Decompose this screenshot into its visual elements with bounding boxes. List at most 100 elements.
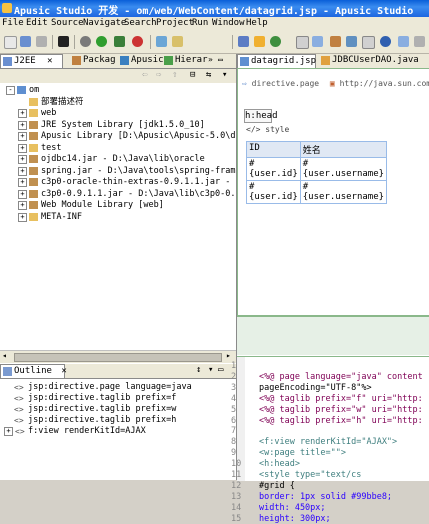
tools-icon[interactable] bbox=[346, 36, 357, 47]
horizontal-scrollbar[interactable]: ◂ ▸ bbox=[0, 350, 236, 363]
collapse-all-icon[interactable]: ⊟ bbox=[190, 70, 195, 80]
project-tree: - om 部署描述符 + web + JRE System Library [jdk1.5.… bbox=[0, 85, 236, 355]
expand-icon[interactable]: + bbox=[18, 109, 27, 118]
minimize-icon[interactable]: ▭ bbox=[218, 55, 223, 64]
outline-icon bbox=[3, 367, 12, 376]
run-external-icon[interactable] bbox=[114, 36, 125, 47]
back-icon[interactable]: ⇦ bbox=[142, 70, 147, 80]
minimize-icon[interactable]: ▭ bbox=[218, 365, 223, 375]
deploy-icon[interactable] bbox=[254, 36, 265, 47]
grid-header-row: ID 姓名 bbox=[246, 141, 388, 158]
menu-source[interactable]: Source bbox=[51, 18, 84, 28]
tab-j2ee[interactable]: J2EE ✕ bbox=[0, 54, 63, 68]
tag-icon: <> bbox=[14, 394, 24, 403]
server-icon[interactable] bbox=[238, 36, 249, 47]
close-icon[interactable]: ✕ bbox=[61, 366, 66, 376]
tab-hierarchy[interactable]: Hierar bbox=[162, 54, 208, 67]
run-icon[interactable] bbox=[96, 36, 107, 47]
hhead-box[interactable]: h:head bbox=[244, 109, 278, 123]
source-editor[interactable]: 1 2 <%@ page language="java" content 3 page… bbox=[231, 356, 429, 524]
expand-icon[interactable]: + bbox=[18, 166, 27, 176]
outline-panel: Outline ✕ ↕ ▾ ▭ <> jsp:directive.page lan… bbox=[0, 364, 237, 480]
open-resource-icon[interactable] bbox=[172, 36, 183, 47]
expand-icon[interactable]: + bbox=[18, 189, 27, 199]
code-line: border: 1px solid #99bbe8; bbox=[259, 491, 393, 502]
menu-run[interactable]: Run bbox=[192, 18, 208, 28]
tag-icon: <> bbox=[15, 427, 25, 436]
print-icon[interactable] bbox=[36, 36, 47, 47]
collapse-icon[interactable]: - bbox=[6, 86, 15, 95]
code-line: <%@ taglib prefix="h" uri="http: bbox=[259, 415, 423, 426]
splitter-area[interactable] bbox=[237, 316, 429, 355]
expand-icon[interactable]: + bbox=[18, 120, 27, 130]
code-line: pageEncoding="UTF-8"%> bbox=[259, 382, 372, 393]
expand-icon[interactable]: + bbox=[18, 201, 27, 210]
line-number: 8 bbox=[231, 437, 237, 448]
view-menu-icon[interactable]: ▾ bbox=[208, 365, 213, 375]
menu-file[interactable]: File bbox=[2, 18, 24, 28]
tasks-icon[interactable] bbox=[362, 36, 375, 49]
tree-item-label: JRE System Library [jdk1.5.0_10] bbox=[41, 119, 205, 130]
menu-project[interactable]: Project bbox=[156, 18, 194, 28]
debug-icon[interactable] bbox=[80, 36, 91, 47]
tab-package[interactable]: Packag bbox=[70, 54, 116, 67]
style-node[interactable]: </> style bbox=[246, 125, 289, 134]
folder-icon bbox=[29, 212, 38, 221]
table-row: #{user.id} #{user.username} bbox=[246, 180, 388, 204]
globe-icon[interactable] bbox=[380, 36, 391, 47]
up-icon[interactable]: ⇧ bbox=[172, 70, 177, 80]
tab-apusic[interactable]: Apusic bbox=[118, 54, 164, 67]
expand-icon[interactable]: + bbox=[18, 212, 27, 222]
refresh-icon[interactable] bbox=[270, 36, 281, 47]
search-icon[interactable] bbox=[414, 36, 425, 47]
package-icon bbox=[72, 56, 81, 65]
style-icon: </> bbox=[246, 125, 261, 134]
grid-header-name: 姓名 bbox=[299, 141, 388, 158]
datagrid-preview[interactable]: ID 姓名 #{user.id} #{user.username} #{user… bbox=[246, 141, 388, 204]
expand-icon[interactable]: + bbox=[18, 155, 27, 164]
outline-tabs: Outline ✕ ↕ ▾ ▭ bbox=[0, 364, 236, 379]
java-file-icon bbox=[321, 56, 330, 65]
tab-outline[interactable]: Outline ✕ bbox=[0, 364, 67, 378]
j2ee-icon bbox=[3, 57, 12, 66]
chevron-down-icon[interactable]: ▾ bbox=[222, 70, 227, 80]
menu-help[interactable]: Help bbox=[246, 18, 268, 28]
expand-icon[interactable]: + bbox=[18, 143, 27, 153]
new-wizard-icon[interactable] bbox=[296, 36, 309, 49]
link-icon[interactable]: ⇆ bbox=[206, 70, 211, 80]
forward-icon[interactable]: ⇨ bbox=[156, 70, 161, 80]
code-line: <style type="text/cs bbox=[259, 470, 362, 480]
expand-icon[interactable]: + bbox=[4, 427, 13, 436]
tab-jdbcuserdao-java[interactable]: JDBCUserDAO.java bbox=[319, 54, 419, 67]
library-icon bbox=[29, 155, 38, 163]
outline-item-label: jsp:directive.taglib prefix=h bbox=[28, 415, 177, 425]
menu-edit[interactable]: Edit bbox=[26, 18, 48, 28]
expand-icon[interactable]: + bbox=[18, 178, 27, 187]
folder-icon bbox=[29, 143, 38, 152]
save-icon[interactable] bbox=[20, 36, 31, 47]
close-icon[interactable]: ✕ bbox=[47, 56, 52, 66]
open-type-icon[interactable] bbox=[156, 36, 167, 47]
code-line: <%@ page language="java" content bbox=[259, 371, 423, 382]
project-icon[interactable] bbox=[312, 36, 323, 47]
taglib-icon: ▣ bbox=[329, 79, 335, 88]
explorer-toolbar: ⇦ ⇨ ⇧ ⊟ ⇆ ▾ bbox=[0, 69, 236, 83]
package-icon[interactable] bbox=[330, 36, 341, 47]
menu-search[interactable]: Search bbox=[124, 18, 157, 28]
menu-window[interactable]: Window bbox=[212, 18, 245, 28]
expand-icon[interactable]: + bbox=[18, 132, 27, 141]
perspective-icon[interactable] bbox=[398, 36, 409, 47]
tab-datagrid-jsp[interactable]: datagrid.jsp ✕ bbox=[237, 54, 330, 68]
title-bar: Apusic Studio 开发 - om/web/WebContent/dat… bbox=[0, 0, 429, 17]
view-menu-icon[interactable]: » bbox=[208, 55, 213, 64]
line-number: 13 bbox=[231, 491, 242, 502]
scroll-left-icon[interactable]: ◂ bbox=[2, 351, 7, 360]
scroll-right-icon[interactable]: ▸ bbox=[226, 351, 231, 360]
menu-navigate[interactable]: Navigate bbox=[83, 18, 126, 28]
sort-icon[interactable]: ↕ bbox=[196, 365, 201, 375]
stop-icon[interactable] bbox=[132, 36, 143, 47]
tree-item-label: Web Module Library [web] bbox=[41, 200, 164, 210]
scrollbar-thumb[interactable] bbox=[14, 353, 222, 362]
new-icon[interactable] bbox=[4, 36, 17, 49]
console-icon[interactable] bbox=[58, 36, 69, 47]
